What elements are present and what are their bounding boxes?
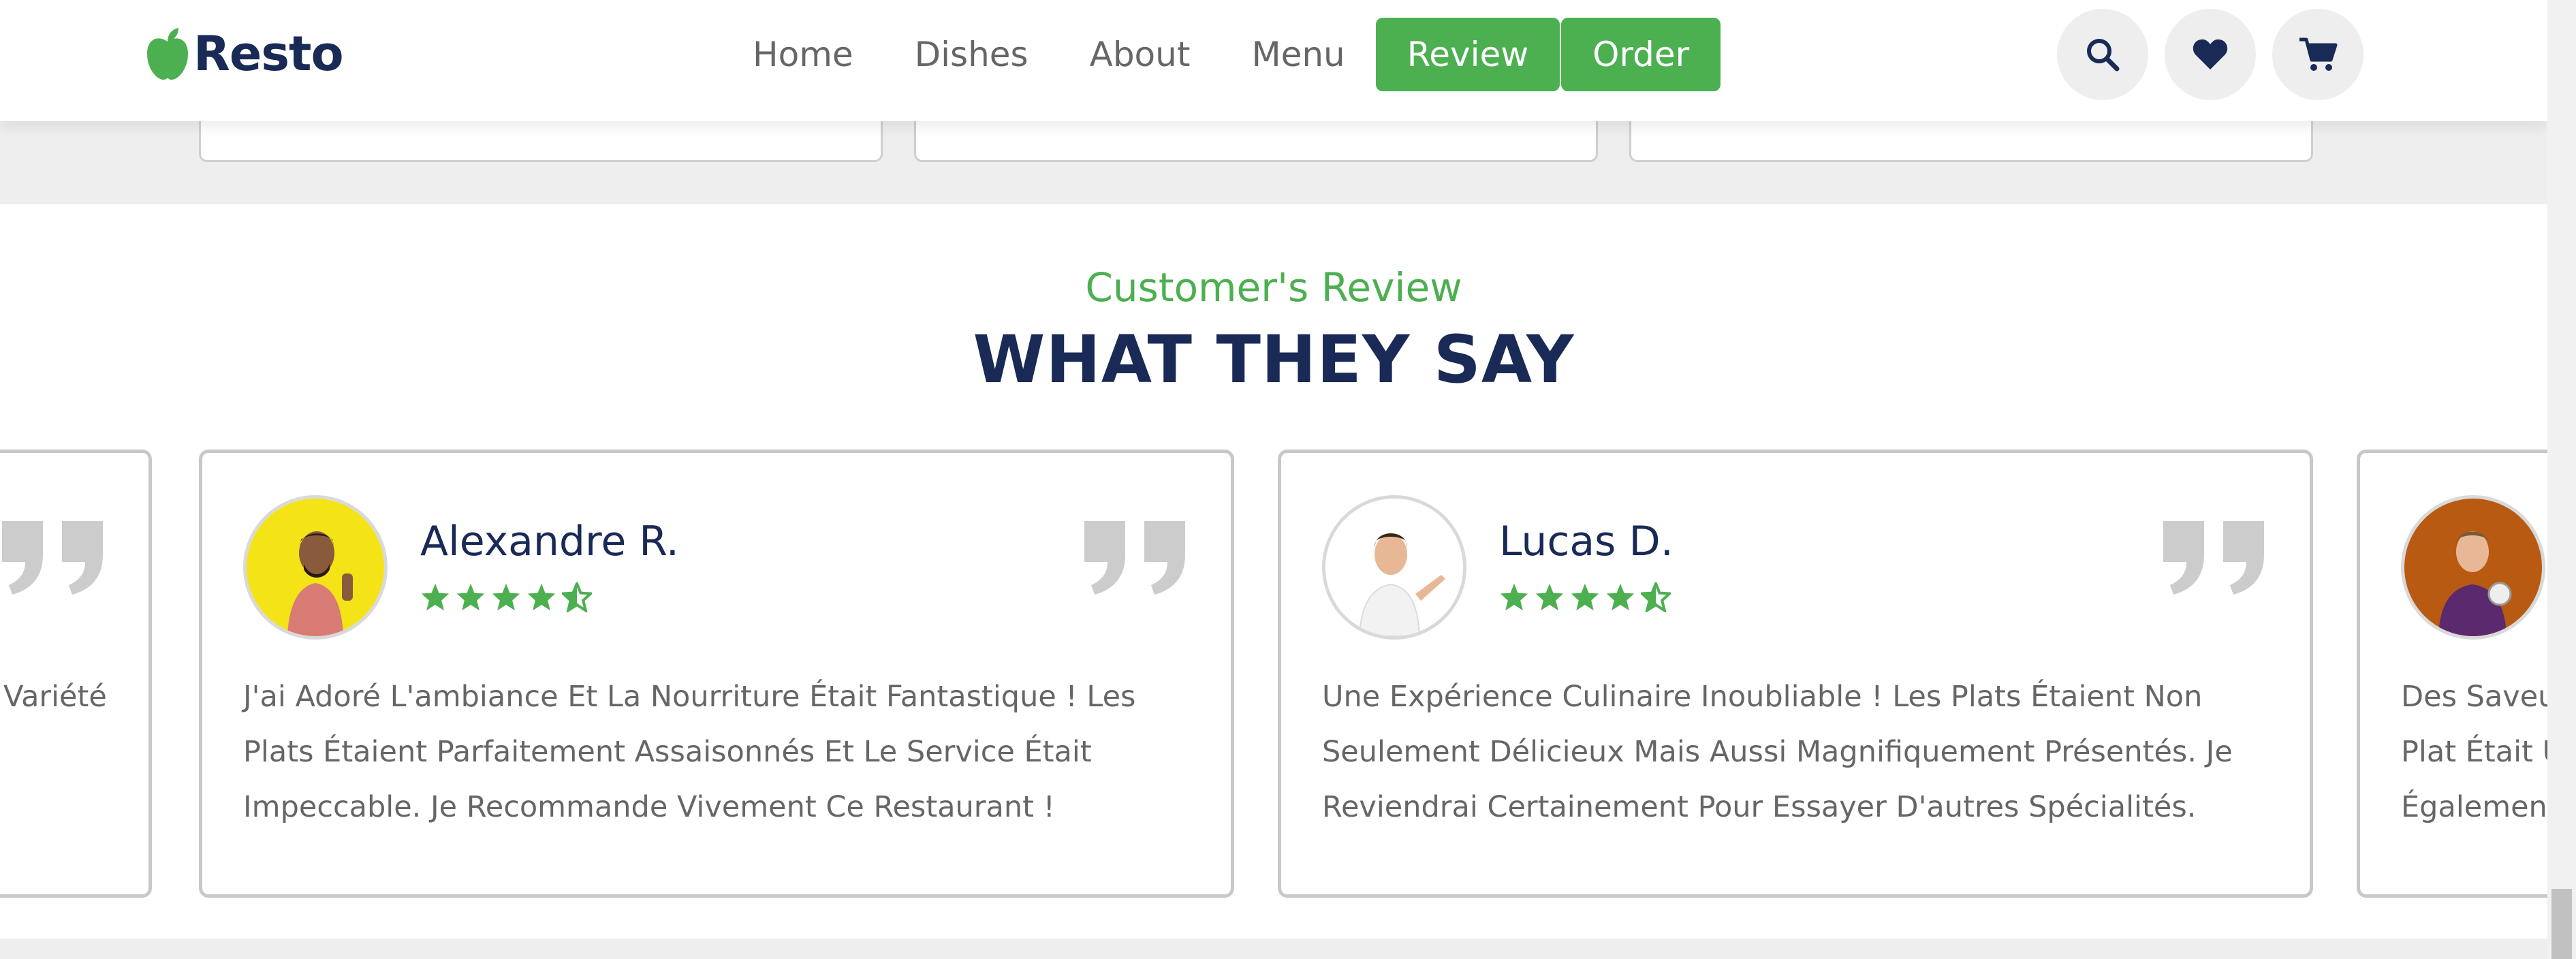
review-text: J'ai Adoré L'ambiance Et La Nourriture É… xyxy=(243,680,1136,824)
nav-review[interactable]: Review xyxy=(1375,18,1560,91)
star-icon xyxy=(1500,583,1528,611)
nav-order[interactable]: Order xyxy=(1561,18,1721,91)
nav-about[interactable]: About xyxy=(1059,18,1221,91)
logo-text: Resto xyxy=(193,26,344,82)
scrollbar-thumb[interactable] xyxy=(2551,889,2572,959)
star-icon xyxy=(527,583,556,611)
star-half-icon xyxy=(562,582,592,612)
star-icon xyxy=(492,583,520,611)
quote-icon xyxy=(2163,521,2264,595)
nav-dishes[interactable]: Dishes xyxy=(884,18,1059,91)
review-section: Customer's Review WHAT THEY SAY Variété xyxy=(0,204,2547,939)
site-header: Resto Home Dishes About Menu Review Orde… xyxy=(0,0,2547,121)
favorites-button[interactable] xyxy=(2165,9,2256,100)
apple-icon xyxy=(144,27,191,81)
nav-menu[interactable]: Menu xyxy=(1221,18,1375,91)
review-text: Une Expérience Culinaire Inoubliable ! L… xyxy=(1322,680,2233,824)
section-heading: WHAT THEY SAY xyxy=(973,321,1575,398)
star-icon xyxy=(421,583,450,611)
main-nav: Home Dishes About Menu Review Order xyxy=(722,18,1721,91)
vertical-scrollbar[interactable] xyxy=(2547,0,2576,959)
star-half-icon xyxy=(1641,582,1671,612)
star-icon xyxy=(1571,583,1599,611)
logo[interactable]: Resto xyxy=(144,26,344,82)
quote-icon xyxy=(2,521,103,595)
page: Resto Home Dishes About Menu Review Orde… xyxy=(0,0,2547,959)
avatar xyxy=(1322,495,1466,640)
review-card: Des Saveu Plat Était U Également xyxy=(2357,450,2547,898)
cart-icon xyxy=(2299,37,2338,71)
avatar xyxy=(243,495,388,640)
quote-icon xyxy=(1084,521,1185,595)
review-card: Lucas D. Une Expérience Culinaire Inoubl… xyxy=(1278,450,2313,898)
nav-home[interactable]: Home xyxy=(722,18,884,91)
rating-stars xyxy=(420,582,592,612)
reviewer-name: Lucas D. xyxy=(1499,518,1674,565)
section-subheading: Customer's Review xyxy=(1085,264,1462,311)
star-icon xyxy=(1535,583,1564,611)
header-icons xyxy=(2057,9,2363,100)
search-icon xyxy=(2087,39,2120,72)
avatar xyxy=(2401,495,2545,640)
star-icon xyxy=(1606,583,1635,611)
cart-button[interactable] xyxy=(2272,9,2363,100)
star-icon xyxy=(456,583,485,611)
review-card: Alexandre R. J'ai Adoré L'ambiance Et La… xyxy=(199,450,1234,898)
rating-stars xyxy=(1499,582,1671,612)
heart-icon xyxy=(2193,39,2228,69)
review-text: Des Saveu Plat Était U Également xyxy=(2401,680,2547,824)
section-divider xyxy=(0,939,2547,959)
review-text: Variété xyxy=(3,680,107,714)
review-card: Variété xyxy=(0,450,152,898)
reviewer-name: Alexandre R. xyxy=(420,518,679,565)
search-button[interactable] xyxy=(2057,9,2148,100)
